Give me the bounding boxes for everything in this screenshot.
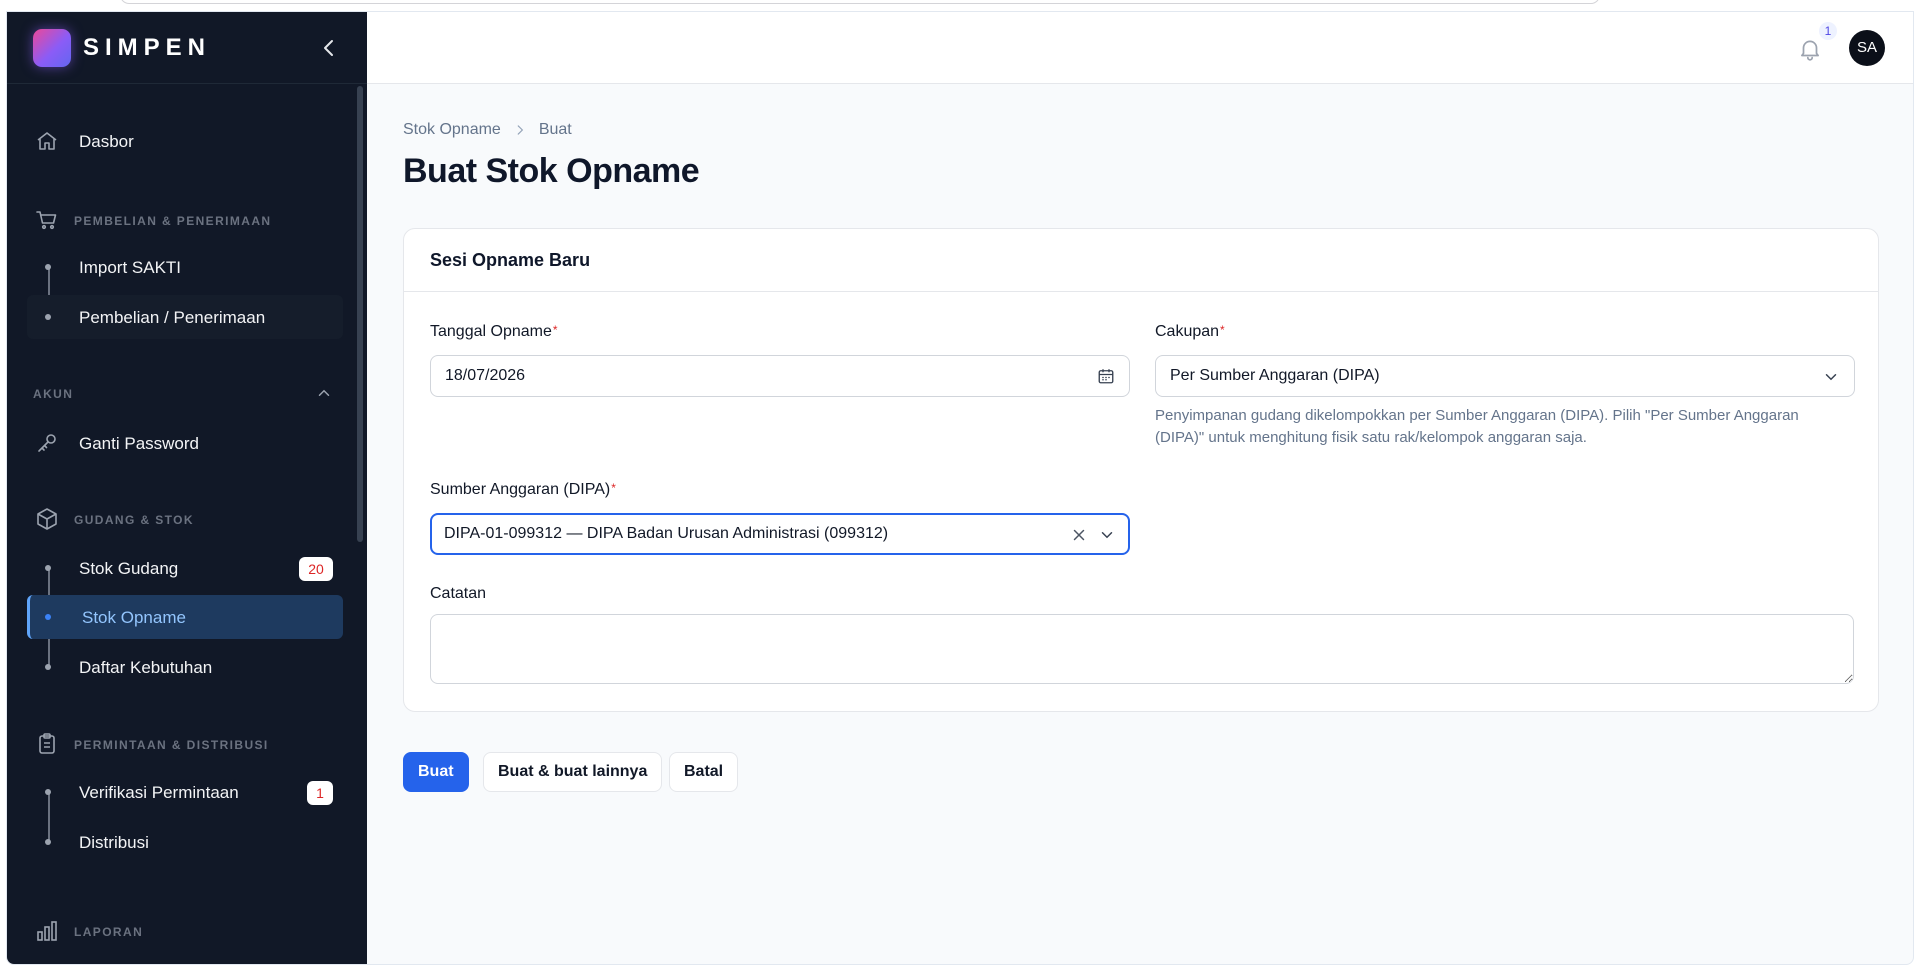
sidebar-item-needs-list[interactable]: Daftar Kebutuhan (27, 645, 343, 689)
cart-icon (36, 211, 57, 230)
form-card: Sesi Opname Baru Tanggal Opname* 18/07/2… (403, 228, 1879, 712)
cancel-button[interactable]: Batal (669, 752, 739, 792)
calendar-icon[interactable] (1097, 367, 1115, 385)
tree-dot (45, 664, 51, 670)
create-button[interactable]: Buat (403, 752, 469, 792)
required-mark: * (552, 323, 558, 337)
chevron-down-icon (1101, 532, 1113, 539)
notes-textarea[interactable] (430, 614, 1854, 684)
sidebar-item-change-password[interactable]: Ganti Password (27, 421, 343, 465)
main-content: Stok Opname Buat Buat Stok Opname Sesi O… (367, 84, 1913, 964)
sidebar-item-label: Dasbor (79, 132, 134, 151)
app-logo (33, 29, 71, 67)
breadcrumb-current: Buat (538, 121, 572, 138)
browser-top-strip (120, 0, 1600, 4)
group-label-warehouse: GUDANG & STOK (74, 513, 194, 527)
sidebar-item-label: Daftar Kebutuhan (79, 658, 213, 677)
section-title: Sesi Opname Baru (430, 250, 591, 270)
sidebar-header: SIMPEN (7, 12, 367, 84)
sidebar-scrollbar[interactable] (357, 86, 363, 542)
scope-select[interactable]: Per Sumber Anggaran (DIPA) (1155, 355, 1855, 397)
bar-chart-icon (37, 921, 57, 941)
scope-help-text: Penyimpanan gudang dikelompokkan per Sum… (1155, 407, 1799, 446)
sidebar: SIMPEN Dasbor PEMBELIAN & PENERIMAAN Imp… (7, 12, 367, 964)
create-another-button[interactable]: Buat & buat lainnya (483, 752, 663, 792)
scope-field-label: Cakupan* (1155, 323, 1225, 341)
count-badge: 1 (307, 781, 333, 805)
breadcrumb: Stok Opname Buat (403, 121, 572, 139)
breadcrumb-link-stock-opname[interactable]: Stok Opname (403, 121, 501, 139)
card-header: Sesi Opname Baru (404, 229, 1878, 292)
sidebar-item-import-sakti[interactable]: Import SAKTI (27, 245, 343, 289)
count-badge: 20 (299, 557, 333, 581)
date-input[interactable]: 18/07/2026 (430, 355, 1130, 397)
chevron-right-icon (517, 125, 523, 135)
tree-dot (45, 789, 51, 795)
tree-dot (45, 839, 51, 845)
group-label-request: PERMINTAAN & DISTRIBUSI (74, 738, 269, 752)
chevron-down-icon (1825, 374, 1837, 381)
top-bar: 1 SA (367, 12, 1913, 84)
notes-field-label: Catatan (430, 585, 487, 602)
scope-value: Per Sumber Anggaran (DIPA) (1170, 367, 1380, 384)
app-brand: SIMPEN (83, 34, 212, 61)
source-select[interactable]: DIPA-01-099312 — DIPA Badan Urusan Admin… (430, 513, 1130, 555)
sidebar-item-stock-opname[interactable]: Stok Opname (27, 595, 343, 639)
chevron-left-icon[interactable] (317, 36, 341, 60)
sidebar-item-label: Stok Opname (82, 608, 186, 627)
sidebar-item-purchase-receive[interactable]: Pembelian / Penerimaan (27, 295, 343, 339)
tree-dot (45, 264, 51, 270)
sidebar-item-label: Distribusi (79, 833, 149, 852)
home-icon (37, 132, 57, 150)
sidebar-item-label: Ganti Password (79, 434, 199, 453)
bell-icon[interactable] (1797, 36, 1823, 62)
group-label-report: LAPORAN (74, 925, 144, 939)
clipboard-icon (39, 733, 55, 754)
sidebar-item-label: Verifikasi Permintaan (79, 783, 239, 802)
sidebar-item-distribution[interactable]: Distribusi (27, 820, 343, 864)
sidebar-item-label: Import SAKTI (79, 258, 182, 277)
clear-icon[interactable] (1070, 526, 1088, 544)
user-avatar[interactable]: SA (1849, 30, 1885, 66)
tree-dot (45, 614, 51, 620)
chevron-up-icon[interactable] (315, 384, 333, 402)
date-field-label: Tanggal Opname* (430, 323, 558, 341)
notification-count-badge: 1 (1819, 22, 1837, 40)
tree-dot (45, 314, 51, 320)
tree-dot (45, 565, 51, 571)
sidebar-item-request-verification[interactable]: Verifikasi Permintaan 1 (27, 770, 343, 814)
sidebar-item-label: Pembelian / Penerimaan (79, 308, 266, 327)
date-label-text: Tanggal Opname (430, 323, 552, 340)
sidebar-item-label: Stok Gudang (79, 559, 179, 578)
key-icon (38, 434, 56, 452)
cube-icon (37, 508, 57, 530)
date-value: 18/07/2026 (445, 367, 526, 384)
sidebar-item-dashboard[interactable]: Dasbor (27, 119, 343, 163)
app-window: SIMPEN Dasbor PEMBELIAN & PENERIMAAN Imp… (6, 11, 1914, 965)
group-label-account: AKUN (33, 387, 74, 401)
required-mark: * (1220, 323, 1225, 337)
source-label-text: Sumber Anggaran (DIPA) (430, 481, 611, 498)
scope-label-text: Cakupan (1155, 323, 1220, 340)
group-label-purchase: PEMBELIAN & PENERIMAAN (74, 214, 272, 228)
required-mark: * (611, 481, 616, 495)
source-value: DIPA-01-099312 — DIPA Badan Urusan Admin… (444, 525, 889, 542)
page-title: Buat Stok Opname (403, 152, 700, 190)
source-field-label: Sumber Anggaran (DIPA)* (430, 481, 616, 499)
sidebar-item-warehouse-stock[interactable]: Stok Gudang 20 (27, 546, 343, 590)
